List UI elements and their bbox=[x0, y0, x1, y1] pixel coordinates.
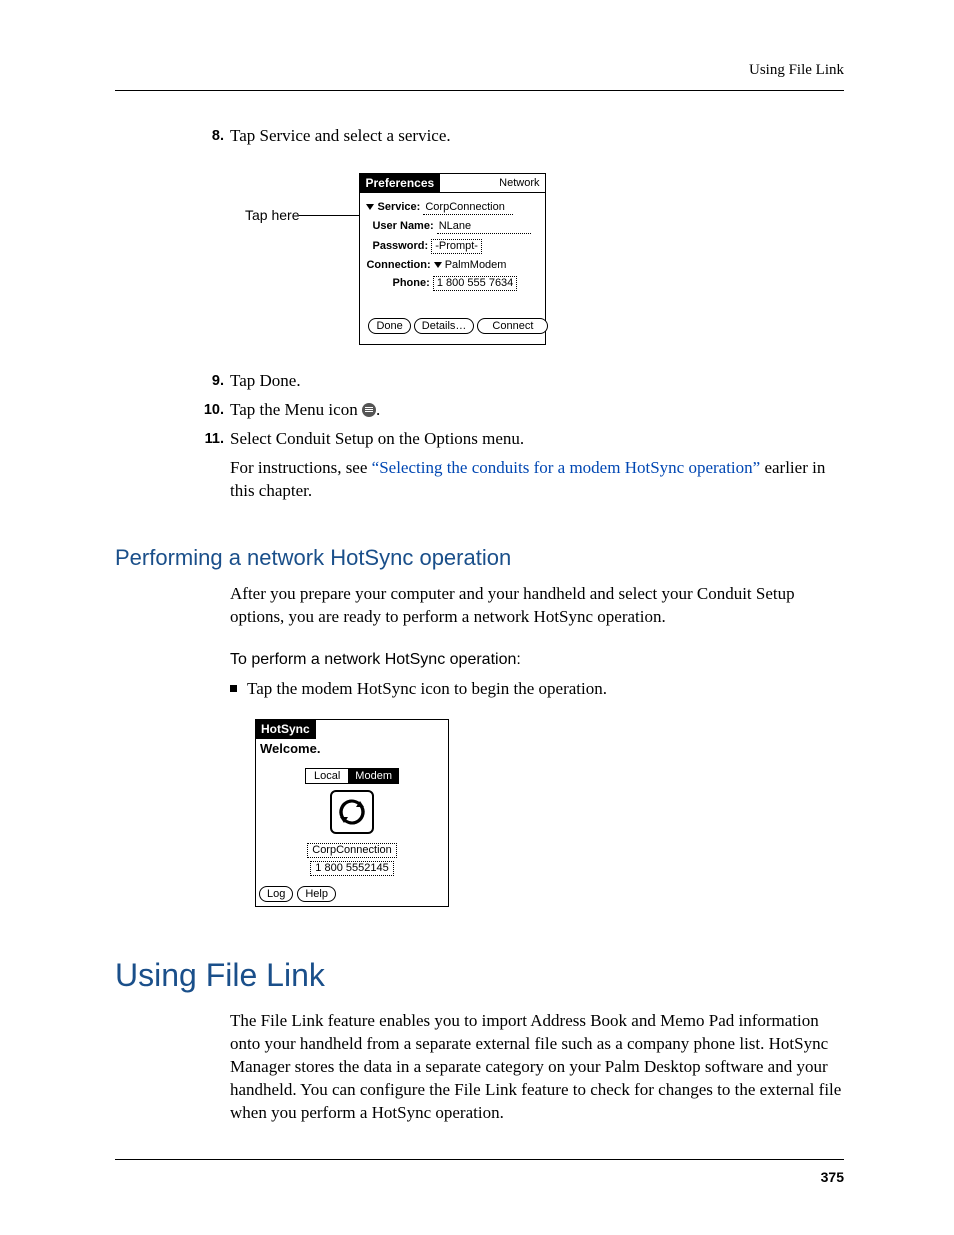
chevron-down-icon[interactable] bbox=[366, 204, 374, 210]
procedure-title: To perform a network HotSync operation: bbox=[230, 649, 844, 671]
tab-set: Local Modem bbox=[305, 768, 399, 784]
bullet-square-icon bbox=[230, 685, 237, 692]
step-10-text-b: . bbox=[376, 400, 380, 419]
service-label: Service: bbox=[377, 201, 420, 213]
bottom-rule bbox=[115, 1159, 844, 1160]
password-value[interactable]: -Prompt- bbox=[431, 239, 482, 254]
conduits-link[interactable]: “Selecting the conduits for a modem HotS… bbox=[372, 458, 761, 477]
step-11-para-a: For instructions, see bbox=[230, 458, 372, 477]
step-11-number: 11. bbox=[115, 428, 230, 450]
step-10: 10. Tap the Menu icon . bbox=[115, 399, 844, 422]
step-10-text-a: Tap the Menu icon bbox=[230, 400, 362, 419]
section-heading-network-hotsync: Performing a network HotSync operation bbox=[115, 545, 844, 571]
tab-local[interactable]: Local bbox=[306, 769, 349, 783]
step-9: 9. Tap Done. bbox=[115, 370, 844, 393]
menu-icon bbox=[362, 403, 376, 417]
bullet-item: Tap the modem HotSync icon to begin the … bbox=[230, 678, 844, 701]
connection-value[interactable]: PalmModem bbox=[445, 259, 507, 271]
bullet-text: Tap the modem HotSync icon to begin the … bbox=[247, 678, 607, 701]
section-heading-file-link: Using File Link bbox=[115, 957, 844, 994]
step-8-text: Tap Service and select a service. bbox=[230, 125, 844, 148]
hotsync-welcome: Welcome. bbox=[256, 739, 448, 758]
network-hotsync-paragraph: After you prepare your computer and your… bbox=[230, 583, 844, 629]
service-value[interactable]: CorpConnection bbox=[423, 201, 513, 215]
step-11-line1: Select Conduit Setup on the Options menu… bbox=[230, 428, 844, 451]
username-label: User Name: bbox=[372, 220, 433, 232]
step-10-text: Tap the Menu icon . bbox=[230, 399, 844, 422]
tap-here-label: Tap here bbox=[245, 173, 299, 223]
hotsync-connection[interactable]: CorpConnection bbox=[307, 843, 397, 858]
username-value[interactable]: NLane bbox=[437, 220, 531, 234]
hotsync-phone[interactable]: 1 800 5552145 bbox=[310, 861, 393, 876]
preferences-title: Preferences bbox=[360, 174, 440, 192]
step-8-number: 8. bbox=[115, 125, 230, 147]
help-button[interactable]: Help bbox=[297, 886, 336, 902]
preferences-window: Preferences Network Service: CorpConnect… bbox=[359, 173, 546, 345]
file-link-paragraph: The File Link feature enables you to imp… bbox=[230, 1010, 844, 1125]
step-11-para: For instructions, see “Selecting the con… bbox=[230, 457, 844, 503]
preferences-figure: Tap here Preferences Network Service: Co… bbox=[245, 173, 844, 345]
leader-line bbox=[299, 215, 359, 216]
hotsync-title: HotSync bbox=[256, 720, 316, 739]
page-number: 375 bbox=[821, 1169, 844, 1185]
connect-button[interactable]: Connect bbox=[477, 318, 548, 334]
connection-label: Connection: bbox=[366, 259, 430, 271]
step-10-number: 10. bbox=[115, 399, 230, 421]
phone-label: Phone: bbox=[392, 277, 429, 289]
step-11: 11. Select Conduit Setup on the Options … bbox=[115, 428, 844, 509]
hotsync-icon bbox=[337, 797, 367, 827]
done-button[interactable]: Done bbox=[368, 318, 410, 334]
tab-modem[interactable]: Modem bbox=[349, 769, 398, 783]
details-button[interactable]: Details… bbox=[414, 318, 475, 334]
step-8: 8. Tap Service and select a service. bbox=[115, 125, 844, 148]
preferences-category[interactable]: Network bbox=[499, 177, 545, 189]
hotsync-icon-button[interactable] bbox=[330, 790, 374, 834]
top-rule bbox=[115, 90, 844, 91]
password-label: Password: bbox=[372, 240, 428, 252]
step-9-text: Tap Done. bbox=[230, 370, 844, 393]
hotsync-figure: HotSync Welcome. Local Modem CorpConnect… bbox=[255, 719, 449, 907]
chevron-down-icon[interactable] bbox=[434, 262, 442, 268]
phone-value[interactable]: 1 800 555 7634 bbox=[433, 276, 517, 291]
running-header: Using File Link bbox=[749, 62, 844, 79]
log-button[interactable]: Log bbox=[259, 886, 293, 902]
step-9-number: 9. bbox=[115, 370, 230, 392]
